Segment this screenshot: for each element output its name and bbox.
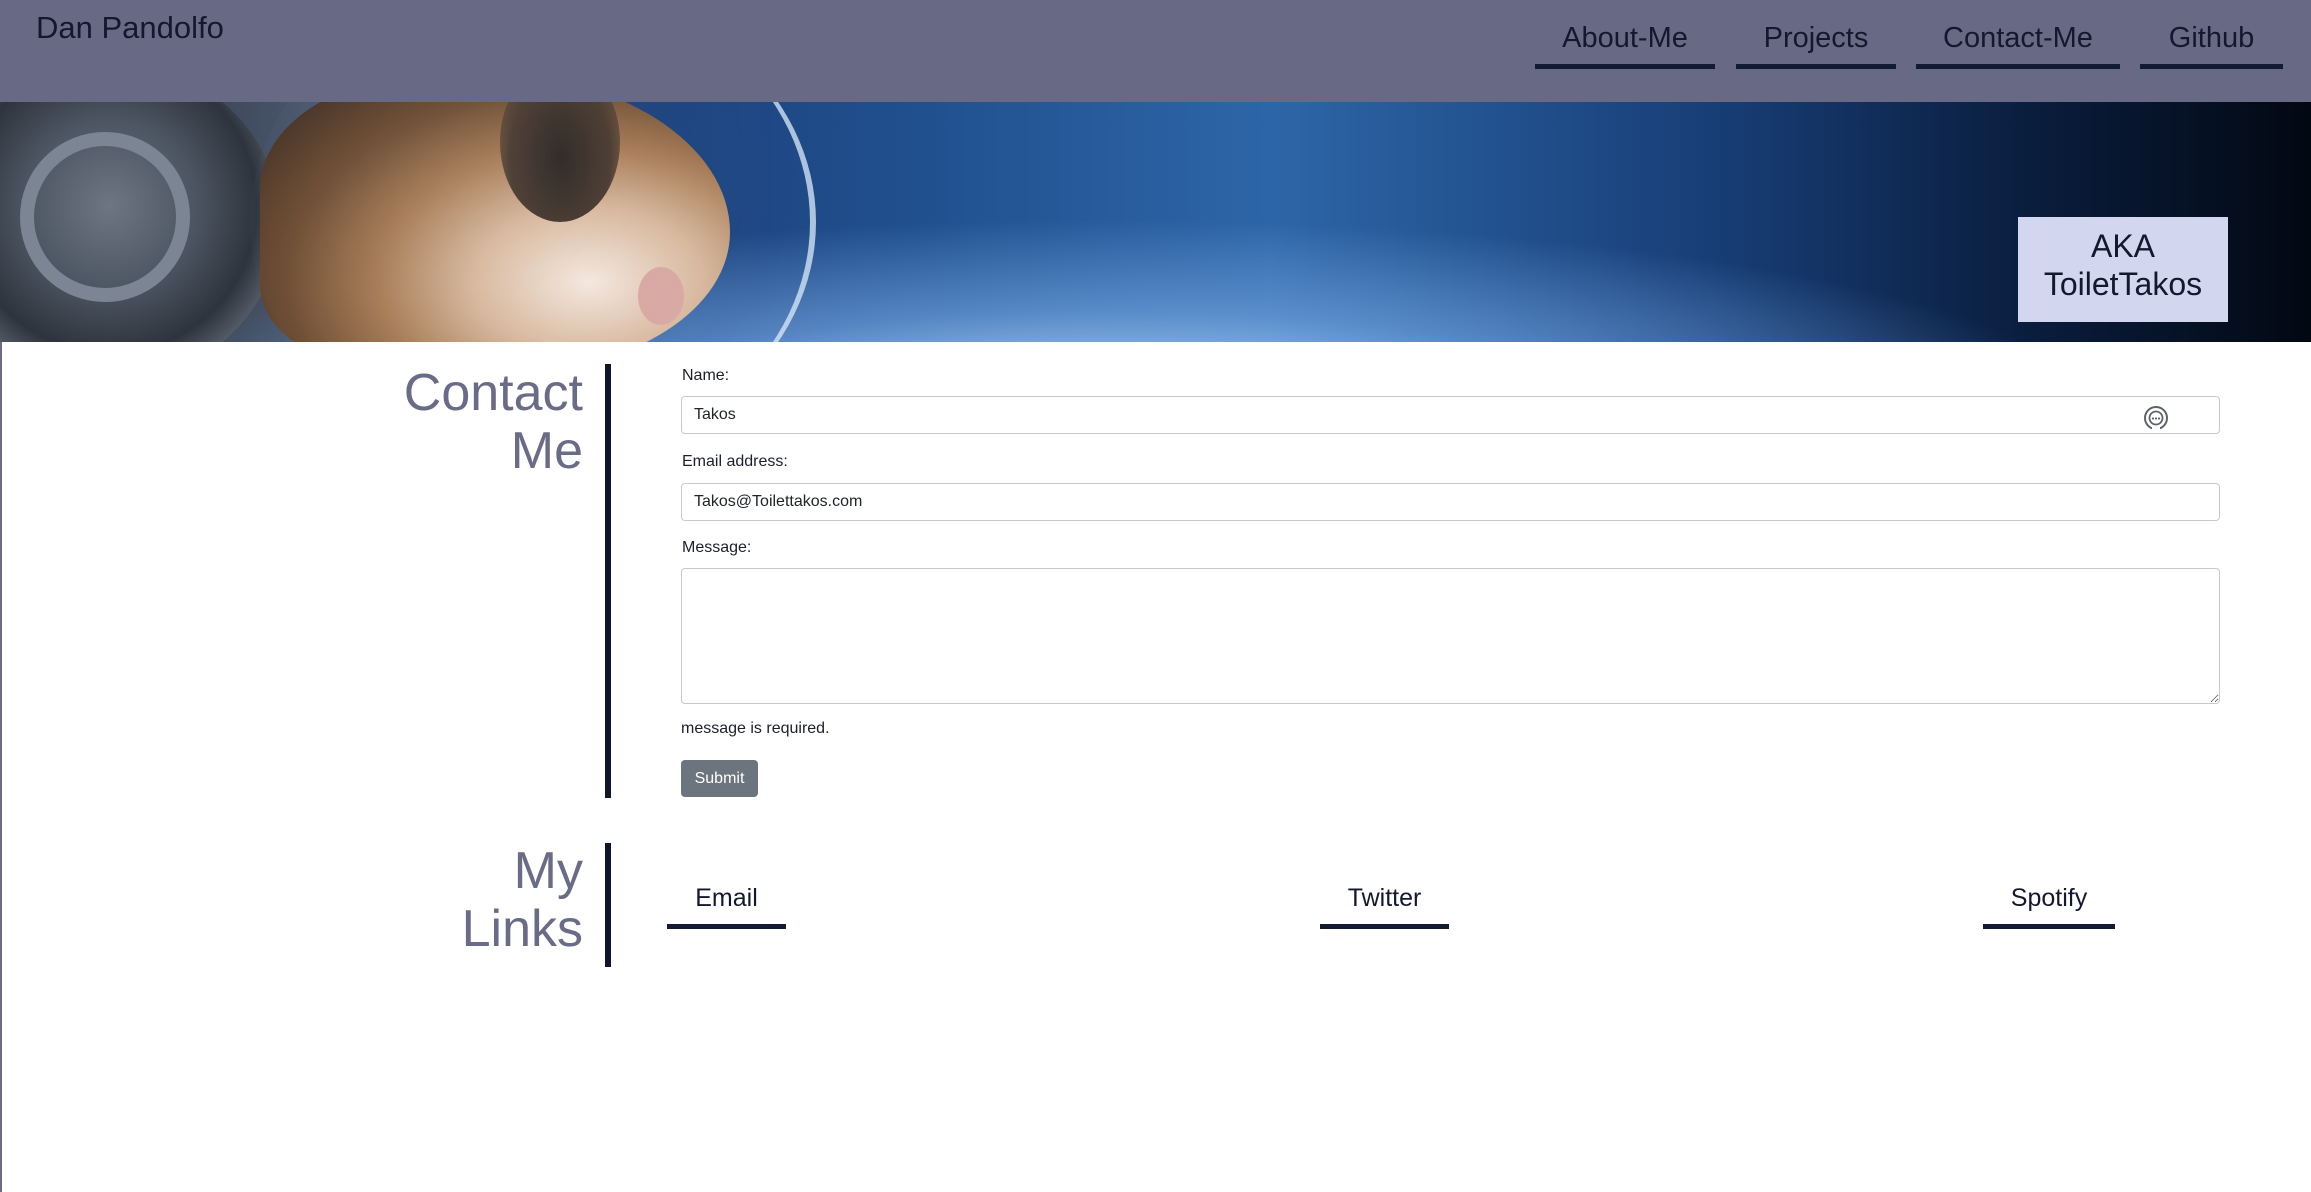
- message-error: message is required.: [681, 720, 830, 737]
- nav-contact-me[interactable]: Contact-Me: [1916, 18, 2120, 69]
- nav-github[interactable]: Github: [2140, 18, 2283, 69]
- contact-title-line2: Me: [510, 422, 583, 480]
- name-input[interactable]: [681, 396, 2220, 434]
- link-spotify[interactable]: Spotify: [1983, 880, 2115, 929]
- space-helmet: [250, 102, 816, 342]
- links-title-line2: Links: [461, 900, 583, 958]
- submit-button[interactable]: Submit: [681, 760, 758, 797]
- brand-name[interactable]: Dan Pandolfo: [36, 10, 224, 46]
- links-title-line1: My: [513, 842, 583, 900]
- aka-label: AKA: [2090, 228, 2156, 264]
- contact-section-title: Contact Me: [280, 364, 583, 480]
- aka-alias: ToiletTakos: [2043, 266, 2203, 302]
- message-textarea[interactable]: [681, 568, 2220, 704]
- aka-badge: AKA ToiletTakos: [2018, 217, 2228, 322]
- contact-divider: [605, 364, 611, 798]
- link-twitter[interactable]: Twitter: [1320, 880, 1449, 929]
- message-label: Message:: [682, 539, 752, 556]
- links-divider: [605, 843, 611, 967]
- nav-projects[interactable]: Projects: [1736, 18, 1896, 69]
- password-manager-icon[interactable]: [2142, 404, 2170, 432]
- link-email[interactable]: Email: [667, 880, 786, 929]
- email-label: Email address:: [682, 453, 788, 470]
- top-navbar: Dan Pandolfo About-Me Projects Contact-M…: [0, 0, 2311, 102]
- email-input[interactable]: [681, 483, 2220, 521]
- links-section-title: My Links: [280, 842, 583, 958]
- name-label: Name:: [682, 367, 730, 384]
- spacecraft-ring: [20, 132, 190, 302]
- nav-about-me[interactable]: About-Me: [1535, 18, 1715, 69]
- contact-title-line1: Contact: [403, 364, 583, 422]
- hero-banner: [0, 102, 2311, 342]
